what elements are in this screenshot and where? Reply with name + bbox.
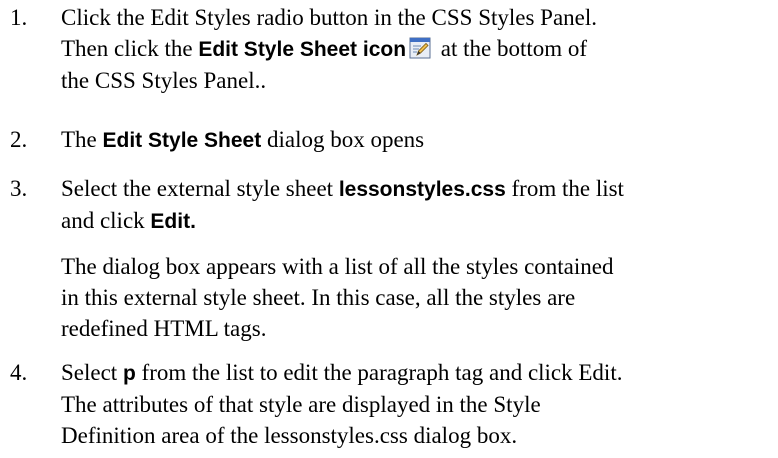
step-line: in this external style sheet. In this ca… xyxy=(61,285,576,310)
instruction-list: 1. Click the Edit Styles radio button in… xyxy=(0,0,778,458)
step-number: 1. xyxy=(10,5,28,30)
step-line: Select the external style sheet lessonst… xyxy=(61,173,776,205)
edit-style-sheet-icon xyxy=(409,36,431,59)
step-text-run: The xyxy=(61,127,103,152)
step-number: 2. xyxy=(10,127,28,152)
step-line: and click Edit. xyxy=(61,205,776,237)
step-text: Select the external style sheet lessonst… xyxy=(61,173,776,344)
step-text-run: Select the external style sheet xyxy=(61,176,339,201)
step-number: 3. xyxy=(10,176,28,201)
step-line: redefined HTML tags. xyxy=(61,316,267,341)
edit-label: Edit. xyxy=(150,210,196,233)
step-line: The Edit Style Sheet dialog box opens xyxy=(61,124,776,156)
step-text: Select p from the list to edit the parag… xyxy=(61,357,776,451)
step-line: Then click the Edit Style Sheet icon at … xyxy=(61,33,776,65)
step-line: Select p from the list to edit the parag… xyxy=(61,357,776,389)
step-line: the CSS Styles Panel.. xyxy=(61,68,267,93)
step-text-run: from the list xyxy=(505,176,624,201)
step-line: The attributes of that style are display… xyxy=(61,392,541,417)
step-line: The dialog box appears with a list of al… xyxy=(61,254,614,279)
step-text: The Edit Style Sheet dialog box opens xyxy=(61,124,776,156)
step-text-run: dialog box opens xyxy=(261,127,425,152)
step-text-run: at the bottom of xyxy=(435,36,588,61)
stylesheet-filename: lessonstyles.css xyxy=(338,178,506,201)
step-line: Definition area of the lessonstyles.css … xyxy=(61,423,518,448)
edit-style-sheet-label: Edit Style Sheet icon xyxy=(198,38,407,61)
step-text: Click the Edit Styles radio button in th… xyxy=(61,2,776,96)
step-text-run: Select xyxy=(61,360,123,385)
step-line: Click the Edit Styles radio button in th… xyxy=(61,5,598,30)
step-number: 4. xyxy=(10,360,28,385)
edit-style-sheet-label: Edit Style Sheet xyxy=(102,129,262,152)
step-text-run: and click xyxy=(61,208,151,233)
step-text-run: Then click the xyxy=(61,36,199,61)
tag-name: p xyxy=(122,362,136,385)
step-text-run: from the list to edit the paragraph tag … xyxy=(135,360,623,385)
